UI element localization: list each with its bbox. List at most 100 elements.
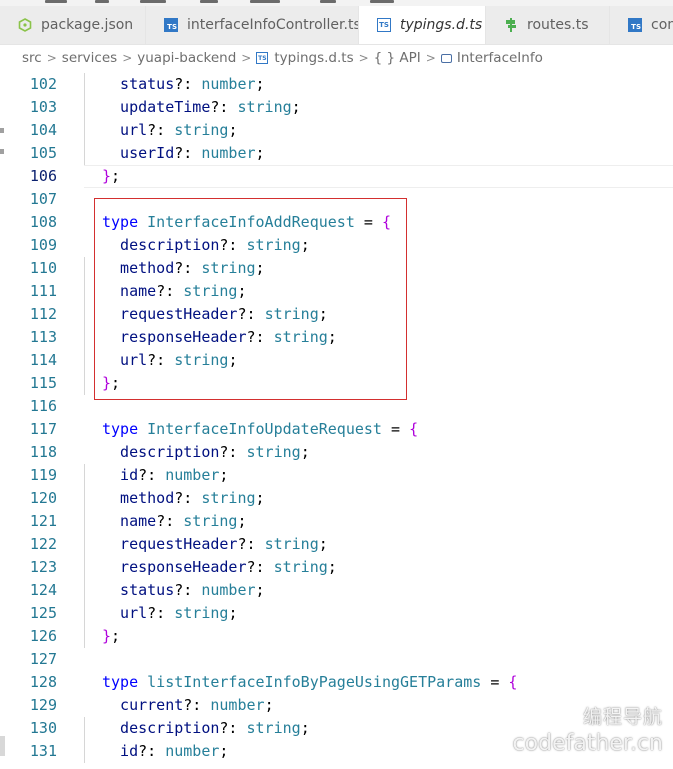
code-token: ; — [327, 558, 337, 576]
code-token: type — [102, 420, 148, 438]
code-token: ; — [291, 98, 301, 116]
code-line[interactable]: 120 method?: string; — [0, 487, 673, 510]
json-icon — [18, 18, 32, 32]
code-token: ?: — [219, 443, 247, 461]
breadcrumb-item-src[interactable]: src — [22, 50, 42, 66]
breadcrumb-item-yuapi-backend[interactable]: yuapi-backend — [137, 50, 236, 66]
code-token: method — [102, 489, 175, 507]
code-token: type — [102, 673, 148, 691]
code-token: ; — [255, 144, 265, 162]
line-number: 126 — [29, 627, 57, 645]
code-text: method?: string; — [102, 487, 265, 510]
breadcrumb-item-api-namespace[interactable]: { } API — [374, 50, 421, 66]
code-line[interactable]: 127 — [0, 648, 673, 671]
breadcrumb: src > services > yuapi-backend > TS typi… — [0, 45, 673, 71]
code-line[interactable]: 128 type listInterfaceInfoByPageUsingGETP… — [0, 671, 673, 694]
code-token: url — [102, 121, 148, 139]
code-token: ; — [318, 535, 328, 553]
code-token: string — [246, 443, 301, 461]
code-token: ; — [300, 719, 310, 737]
chevron-right-icon: > — [122, 51, 133, 65]
tab-label: confi — [651, 17, 673, 33]
code-token: ; — [255, 581, 265, 599]
code-line[interactable]: 103 updateTime?: string; — [0, 96, 673, 119]
code-token: ; — [255, 489, 265, 507]
code-line[interactable]: 122 requestHeader?: string; — [0, 533, 673, 556]
code-token: ?: — [246, 558, 274, 576]
code-token: status — [102, 75, 175, 93]
code-line[interactable]: 119 id?: number; — [0, 464, 673, 487]
line-number: 117 — [29, 420, 57, 438]
line-number: 119 — [29, 466, 57, 484]
code-line[interactable]: 123 responseHeader?: string; — [0, 556, 673, 579]
code-token: ; — [228, 121, 238, 139]
tab-typings-d-ts[interactable]: TS typings.d.ts × — [359, 6, 486, 44]
code-line[interactable]: 124 status?: number; — [0, 579, 673, 602]
code-token: string — [273, 558, 328, 576]
code-line[interactable]: 129 current?: number; — [0, 694, 673, 717]
code-token: userId — [102, 144, 175, 162]
breadcrumb-item-services[interactable]: services — [62, 50, 117, 66]
code-token: ; — [264, 696, 274, 714]
line-number: 118 — [29, 443, 57, 461]
code-text: }; — [102, 625, 120, 648]
code-token: name — [102, 512, 157, 530]
line-number: 130 — [29, 719, 57, 737]
code-line[interactable]: 102 status?: number; — [0, 73, 673, 96]
code-token: requestHeader — [102, 535, 238, 553]
code-line[interactable]: 105 userId?: number; — [0, 142, 673, 165]
code-text: description?: string; — [102, 441, 310, 464]
code-token: number — [165, 742, 220, 760]
code-line[interactable]: 106}; — [0, 165, 673, 188]
watermark-cn: 编程导航 — [582, 706, 663, 728]
code-token: ?: — [156, 512, 184, 530]
line-number: 122 — [29, 535, 57, 553]
tab-interfaceinfocontroller-ts[interactable]: TS interfaceInfoController.ts — [146, 6, 359, 44]
code-token: ?: — [147, 121, 175, 139]
line-number: 116 — [29, 397, 57, 415]
code-token: ?: — [174, 144, 202, 162]
code-token: current — [102, 696, 184, 714]
tab-routes-ts[interactable]: routes.ts — [486, 6, 610, 44]
code-line[interactable]: 121 name?: string; — [0, 510, 673, 533]
watermark-url: codefather.cn — [512, 731, 663, 756]
line-number: 128 — [29, 673, 57, 691]
code-line[interactable]: 118 description?: string; — [0, 441, 673, 464]
tab-config-partial[interactable]: TS confi — [610, 6, 673, 44]
chevron-right-icon: > — [241, 51, 252, 65]
chevron-right-icon: > — [358, 51, 369, 65]
breadcrumb-item-typings[interactable]: typings.d.ts — [274, 50, 353, 66]
code-line[interactable]: 104 url?: string; — [0, 119, 673, 142]
tab-package-json[interactable]: package.json — [0, 6, 146, 44]
code-text: type InterfaceInfoUpdateRequest = { — [102, 418, 418, 441]
code-token: ?: — [174, 581, 202, 599]
code-token: number — [210, 696, 265, 714]
line-number: 103 — [29, 98, 57, 116]
code-text: current?: number; — [102, 694, 274, 717]
line-number: 102 — [29, 75, 57, 93]
breadcrumb-item-interfaceinfo[interactable]: InterfaceInfo — [457, 50, 543, 66]
line-number: 131 — [29, 742, 57, 760]
tab-label: typings.d.ts — [400, 17, 483, 33]
code-line[interactable]: 117 type InterfaceInfoUpdateRequest = { — [0, 418, 673, 441]
line-number: 129 — [29, 696, 57, 714]
code-token: string — [183, 512, 238, 530]
code-token: { — [508, 673, 518, 691]
code-token: ; — [111, 167, 121, 185]
code-token: ?: — [183, 696, 211, 714]
code-token: } — [102, 627, 112, 645]
code-line[interactable]: 125 url?: string; — [0, 602, 673, 625]
chevron-right-icon: > — [46, 51, 57, 65]
code-token: ?: — [147, 604, 175, 622]
code-token: ; — [228, 604, 238, 622]
code-line[interactable]: 126}; — [0, 625, 673, 648]
code-editor[interactable]: 102 status?: number; 103 updateTime?: str… — [0, 71, 673, 769]
code-text: url?: string; — [102, 602, 237, 625]
line-number: 113 — [29, 328, 57, 346]
code-token: status — [102, 581, 175, 599]
code-text: status?: number; — [102, 579, 265, 602]
code-token: ; — [255, 75, 265, 93]
code-text: description?: string; — [102, 717, 310, 740]
line-number: 109 — [29, 236, 57, 254]
code-token: ?: — [210, 98, 238, 116]
